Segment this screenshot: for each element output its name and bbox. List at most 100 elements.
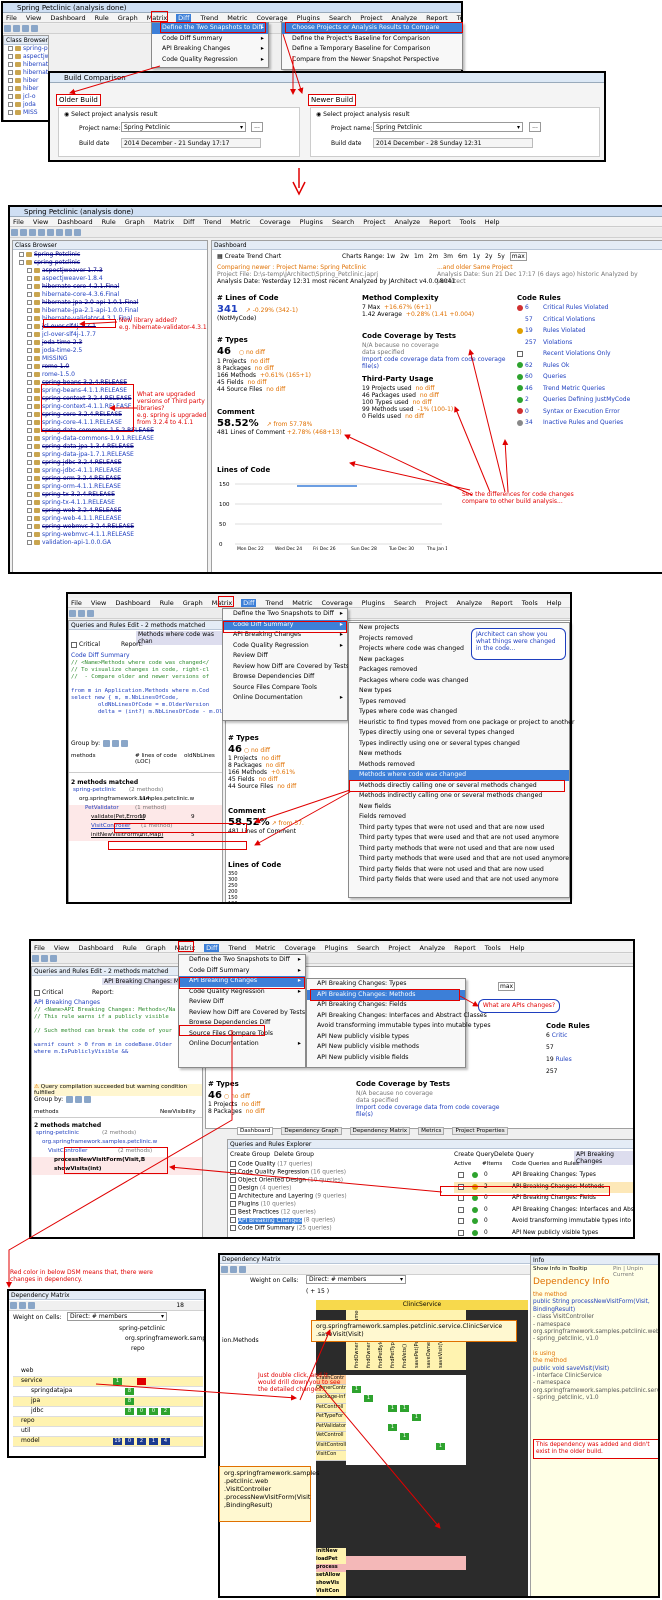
dm-cell[interactable] bbox=[125, 1378, 134, 1385]
menu-plugins[interactable]: Plugins bbox=[297, 14, 320, 22]
expand-icon[interactable] bbox=[27, 308, 32, 313]
matrix-cell[interactable]: 1 bbox=[400, 1433, 409, 1440]
menu-search[interactable]: Search bbox=[394, 599, 416, 607]
tree-row[interactable]: spring-orm-4.1.1.RELEASE bbox=[19, 483, 207, 491]
tree-row[interactable]: spring-petclinic bbox=[8, 45, 48, 53]
dm-column[interactable]: org.springframework.samples bbox=[119, 1335, 204, 1345]
run-icon[interactable] bbox=[50, 955, 57, 962]
result-row[interactable]: spring-petclinic (2 methods) bbox=[32, 1130, 202, 1139]
rule-row[interactable]: 19 Rules Violated bbox=[517, 327, 662, 339]
dm-row[interactable]: jpa 8 bbox=[13, 1397, 203, 1407]
menu-diff[interactable]: Diff bbox=[241, 598, 257, 607]
dm-cell[interactable] bbox=[149, 1378, 158, 1385]
dm-row-label[interactable]: util bbox=[21, 1427, 31, 1434]
dm-cell[interactable] bbox=[137, 1398, 146, 1405]
matrix-row[interactable]: package-inf bbox=[316, 1394, 346, 1404]
run-icon[interactable] bbox=[38, 229, 45, 236]
result-row[interactable]: org.springframework.samples.petclinic.w 1… bbox=[69, 796, 222, 805]
dm-cell[interactable] bbox=[113, 1428, 122, 1435]
dm-row[interactable]: service 1 bbox=[13, 1377, 203, 1387]
expand-icon[interactable] bbox=[27, 316, 32, 321]
menu-metric[interactable]: Metric bbox=[227, 14, 247, 22]
range-2y[interactable]: 2y bbox=[485, 253, 492, 260]
menu-diff[interactable]: Diff bbox=[183, 218, 194, 226]
dm-row[interactable]: repo bbox=[13, 1417, 203, 1427]
menu-project[interactable]: Project bbox=[388, 944, 410, 952]
dm-cell[interactable] bbox=[149, 1428, 158, 1435]
dm-cell[interactable] bbox=[161, 1418, 170, 1425]
dm-cell[interactable] bbox=[173, 1438, 182, 1445]
dm-row-label[interactable]: model bbox=[21, 1437, 40, 1444]
matrix-row[interactable]: VisitControll bbox=[316, 1442, 346, 1451]
tree-row[interactable]: MISSING bbox=[19, 355, 207, 363]
rule-label[interactable]: Queries bbox=[543, 373, 566, 380]
query-col[interactable]: #Items bbox=[482, 1161, 502, 1167]
menu-coverage[interactable]: Coverage bbox=[256, 14, 287, 22]
menu-item-18[interactable]: Fields removed bbox=[349, 812, 569, 823]
dm-cell[interactable]: 4 bbox=[161, 1438, 170, 1445]
menu-dashboard[interactable]: Dashboard bbox=[57, 218, 92, 226]
menu-item-4[interactable]: Packages removed bbox=[349, 665, 569, 676]
newer-browse-button[interactable]: ... bbox=[529, 122, 541, 132]
menu-search[interactable]: Search bbox=[357, 944, 379, 952]
expand-icon[interactable] bbox=[27, 492, 32, 497]
create-trend-button[interactable]: ▦ Create Trend Chart bbox=[217, 253, 281, 260]
settings-icon[interactable] bbox=[65, 229, 72, 236]
tree-row[interactable]: spring-webmvc-3.2.4.RELEASE bbox=[19, 523, 207, 531]
tree-row[interactable]: spring-web-3.2.4.RELEASE bbox=[19, 507, 207, 515]
export-icon[interactable] bbox=[28, 1302, 35, 1309]
info-tooltip-toggle[interactable]: Show Info in Tooltip bbox=[533, 1266, 587, 1272]
query-name[interactable]: API Breaking Changes: Interfaces and Abs… bbox=[512, 1207, 633, 1213]
query-code[interactable]: // <Name>Methods where code was changed<… bbox=[71, 660, 222, 716]
tab-1[interactable]: Dependency Graph bbox=[281, 1127, 342, 1135]
rule-row[interactable]: 19 Rules bbox=[546, 1056, 626, 1068]
expand-icon[interactable] bbox=[27, 460, 32, 465]
rule-row[interactable]: 34 Inactive Rules and Queries bbox=[517, 419, 662, 431]
expand-icon[interactable] bbox=[8, 110, 13, 115]
menu-item-5[interactable]: API New publicly visible types bbox=[307, 1032, 465, 1043]
range-3m[interactable]: 3m bbox=[443, 253, 453, 260]
menu-item-8[interactable]: Online Documentation bbox=[179, 1039, 305, 1050]
menu-coverage[interactable]: Coverage bbox=[321, 599, 352, 607]
refresh-icon[interactable] bbox=[29, 229, 36, 236]
tree-row[interactable]: spring-data-commons-1.9.1.RELEASE bbox=[19, 435, 207, 443]
tree-row[interactable]: jcl-o bbox=[8, 93, 48, 101]
dm-cell[interactable] bbox=[173, 1428, 182, 1435]
menu-item-4[interactable]: Review Diff bbox=[179, 997, 305, 1008]
dm-cell[interactable]: 0 bbox=[137, 1408, 146, 1415]
menu-trend[interactable]: Trend bbox=[228, 944, 246, 952]
tree-row[interactable]: spring-web-4.1.1.RELEASE bbox=[19, 515, 207, 523]
rule-label[interactable]: Syntax or Execution Error bbox=[543, 408, 620, 415]
tree-row[interactable]: spring-petclinic bbox=[19, 259, 207, 267]
graph-icon[interactable] bbox=[47, 229, 54, 236]
rule-label[interactable]: Queries Defining JustMyCode bbox=[543, 396, 630, 403]
tree-row[interactable]: spring-orm-3.2.4.RELEASE bbox=[19, 475, 207, 483]
dm-cell[interactable]: 1 bbox=[113, 1378, 122, 1385]
rule-group[interactable]: Code Quality (17 queries) bbox=[230, 1161, 430, 1169]
range-6m[interactable]: 6m bbox=[458, 253, 468, 260]
query-row[interactable]: 0 Avoid transforming immutable types into… bbox=[454, 1216, 633, 1228]
expand-icon[interactable] bbox=[8, 62, 13, 67]
tree-row[interactable]: hibernate-jpa-2.0-api-1.0.1.Final bbox=[19, 299, 207, 307]
matrix-cell[interactable]: 1 bbox=[436, 1442, 445, 1450]
query-col[interactable]: Active bbox=[454, 1161, 471, 1167]
matrix-cell[interactable]: 1 bbox=[412, 1414, 421, 1421]
rule-row[interactable]: 0 Syntax or Execution Error bbox=[517, 408, 662, 420]
rule-group[interactable]: Plugins (10 queries) bbox=[230, 1201, 430, 1209]
tab-4[interactable]: Project Properties bbox=[452, 1127, 508, 1135]
menu-report[interactable]: Report bbox=[429, 218, 451, 226]
result-name[interactable]: PetValidator bbox=[85, 805, 119, 811]
dm-zoom[interactable]: 18 bbox=[176, 1302, 184, 1309]
rule-row[interactable]: 62 Rules Ok bbox=[517, 362, 662, 374]
menu-item-20[interactable]: Third party types that were used and tha… bbox=[349, 833, 569, 844]
query-col[interactable]: Code Queries and Rules bbox=[512, 1161, 579, 1167]
menu-analyze[interactable]: Analyze bbox=[395, 218, 421, 226]
tree-row[interactable]: rome-1.5.0 bbox=[19, 371, 207, 379]
menu-item-7[interactable]: Types removed bbox=[349, 697, 569, 708]
expand-icon[interactable] bbox=[27, 468, 32, 473]
menu-graph[interactable]: Graph bbox=[118, 14, 138, 22]
menu-item-2[interactable]: Define a Temporary Baseline for Comparis… bbox=[282, 44, 462, 55]
group-name[interactable]: Architecture and Layering bbox=[238, 1194, 313, 1200]
menu-coverage[interactable]: Coverage bbox=[284, 944, 315, 952]
tree-row[interactable]: spring-data-jpa-1.3.4.RELEASE bbox=[19, 443, 207, 451]
